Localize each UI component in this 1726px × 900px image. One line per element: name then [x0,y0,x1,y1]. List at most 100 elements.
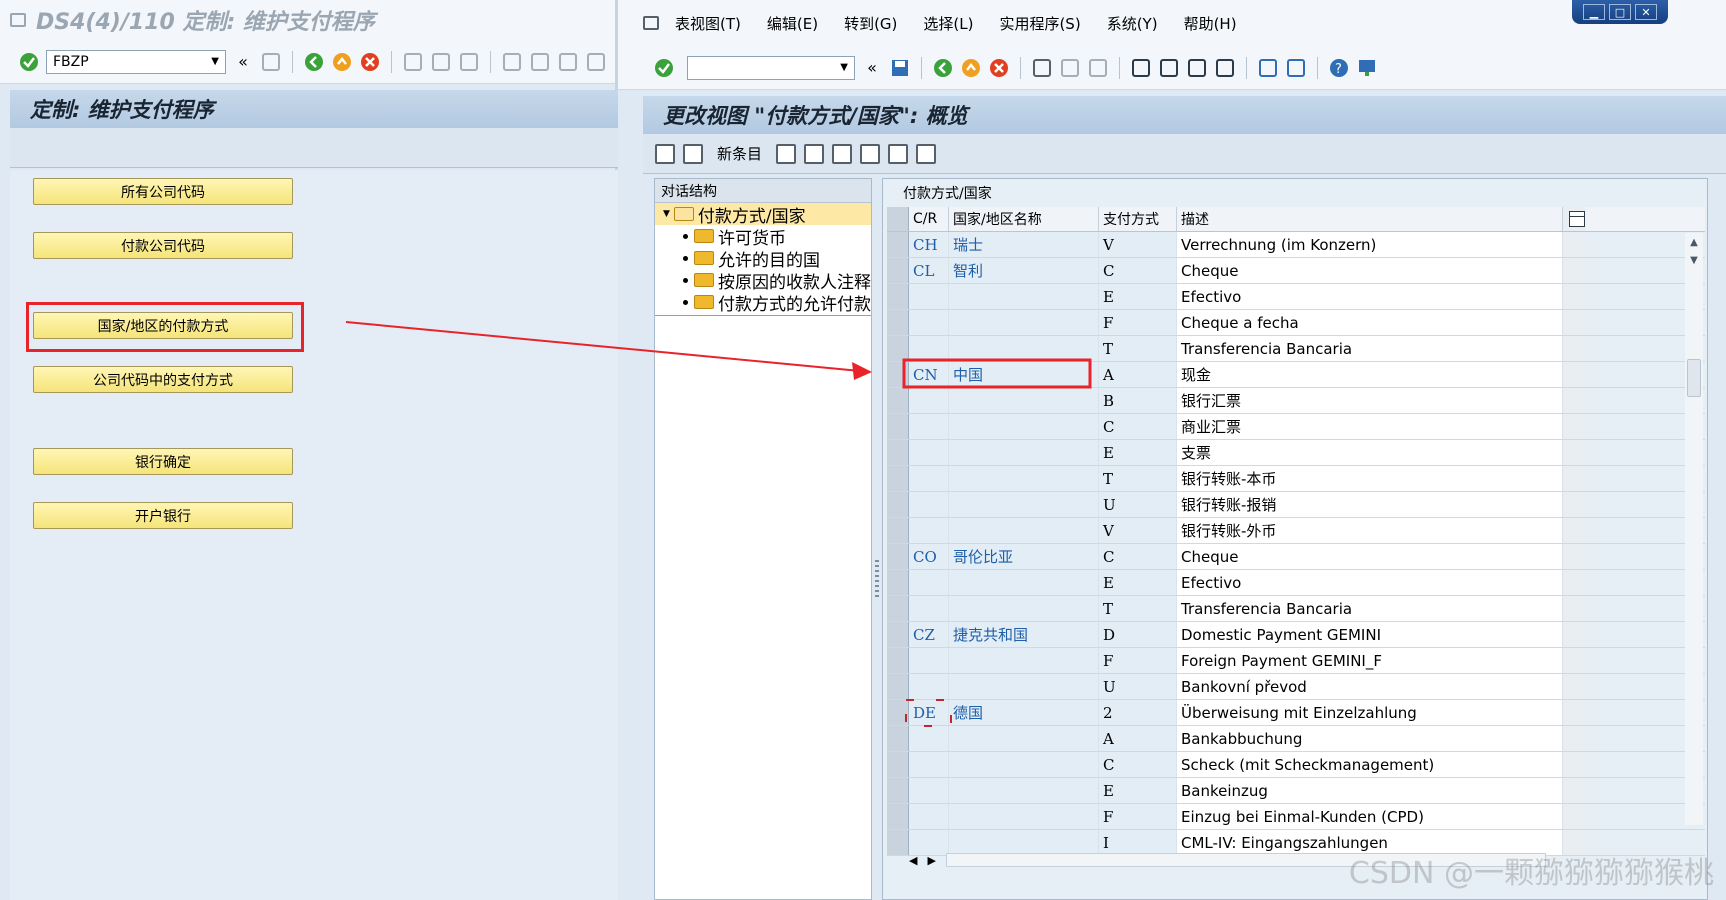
chevron-down-icon[interactable]: ▼ [211,56,219,67]
back-icon[interactable] [932,57,954,79]
delete-icon[interactable] [804,143,825,164]
minimize-icon[interactable]: ▁ [1583,4,1605,20]
cell-payment-method[interactable]: C [1099,752,1177,777]
command-field[interactable]: FBZP ▼ [46,49,226,74]
row-selector[interactable] [887,674,909,699]
chevron-down-icon[interactable]: ▼ [840,62,848,73]
scroll-down-icon[interactable]: ▼ [1685,251,1703,269]
menu-selection[interactable]: 选择(L) [923,13,973,34]
paying-company-codes-button[interactable]: 付款公司代码 [33,232,293,259]
cell-country-key[interactable] [909,596,949,621]
cell-country-key[interactable] [909,648,949,673]
cell-payment-method[interactable]: C [1099,414,1177,439]
cell-country-key[interactable]: CL [909,258,949,283]
table-row[interactable]: T Transferencia Bancaria [887,596,1705,622]
cell-payment-method[interactable]: B [1099,388,1177,413]
row-selector[interactable] [887,466,909,491]
row-selector[interactable] [887,726,909,751]
row-selector[interactable] [887,700,909,725]
cell-payment-method[interactable]: T [1099,466,1177,491]
column-header-description[interactable]: 描述 [1177,207,1563,231]
select-all-column[interactable] [887,207,909,231]
print-icon[interactable] [402,51,424,73]
cell-country-key[interactable] [909,804,949,829]
cell-country-key[interactable] [909,284,949,309]
select-all-icon[interactable] [860,143,881,164]
row-selector[interactable] [887,622,909,647]
cell-country-key[interactable]: CH [909,232,949,257]
previous-page-icon[interactable] [1158,57,1180,79]
table-row[interactable]: E 支票 [887,440,1705,466]
cell-country-key[interactable] [909,752,949,777]
row-selector[interactable] [887,830,909,855]
row-selector[interactable] [887,492,909,517]
bank-determination-button[interactable]: 银行确定 [33,448,293,475]
table-row[interactable]: U Bankovní převod [887,674,1705,700]
cell-payment-method[interactable]: U [1099,674,1177,699]
table-row[interactable]: E Bankeinzug [887,778,1705,804]
row-selector[interactable] [887,310,909,335]
cancel-icon[interactable] [359,51,381,73]
help-icon[interactable]: ? [1328,57,1350,79]
tree-node-permitted-currencies[interactable]: 许可货币 [655,225,871,247]
cell-payment-method[interactable]: F [1099,648,1177,673]
shortcut-icon[interactable] [1285,57,1307,79]
table-settings-icon[interactable] [1569,211,1585,227]
cell-country-key[interactable] [909,388,949,413]
cell-country-key[interactable] [909,674,949,699]
collapse-icon[interactable]: « [861,57,883,79]
last-page-icon[interactable] [585,51,607,73]
undo-change-icon[interactable] [832,143,853,164]
cancel-icon[interactable] [988,57,1010,79]
cell-payment-method[interactable]: C [1099,258,1177,283]
row-selector[interactable] [887,258,909,283]
cell-payment-method[interactable]: C [1099,544,1177,569]
column-header-payment-method[interactable]: 支付方式 [1099,207,1177,231]
table-row[interactable]: CH 瑞士 V Verrechnung (im Konzern) [887,232,1705,258]
last-page-icon[interactable] [1214,57,1236,79]
column-header-cr[interactable]: C/R [909,207,949,231]
row-selector[interactable] [887,544,909,569]
deselect-all-icon[interactable] [916,143,937,164]
row-selector[interactable] [887,388,909,413]
cell-country-key[interactable]: CO [909,544,949,569]
row-selector[interactable] [887,518,909,543]
cell-country-key[interactable] [909,778,949,803]
cell-country-key[interactable] [909,518,949,543]
save-icon[interactable] [889,57,911,79]
table-row[interactable]: U 银行转账-报销 [887,492,1705,518]
system-menu-icon[interactable] [10,13,26,27]
cell-payment-method[interactable]: E [1099,570,1177,595]
table-row[interactable]: CZ 捷克共和国 D Domestic Payment GEMINI [887,622,1705,648]
panel-splitter[interactable] [875,560,879,600]
find-next-icon[interactable] [458,51,480,73]
table-row[interactable]: F Cheque a fecha [887,310,1705,336]
table-row[interactable]: C 商业汇票 [887,414,1705,440]
menu-help[interactable]: 帮助(H) [1184,13,1237,34]
scroll-thumb[interactable] [1687,359,1701,397]
scroll-up-icon[interactable]: ▲ [1685,233,1703,251]
table-row[interactable]: CO 哥伦比亚 C Cheque [887,544,1705,570]
select-block-icon[interactable] [888,143,909,164]
cell-payment-method[interactable]: T [1099,336,1177,361]
cell-payment-method[interactable]: 2 [1099,700,1177,725]
house-banks-button[interactable]: 开户银行 [33,502,293,529]
cell-country-key[interactable] [909,570,949,595]
row-selector[interactable] [887,648,909,673]
row-selector[interactable] [887,440,909,465]
display-change-icon[interactable] [655,143,675,164]
cell-country-key[interactable] [909,440,949,465]
table-row[interactable]: T 银行转账-本币 [887,466,1705,492]
row-selector[interactable] [887,596,909,621]
row-selector[interactable] [887,232,909,257]
find-next-icon[interactable] [1087,57,1109,79]
all-company-codes-button[interactable]: 所有公司代码 [33,178,293,205]
table-row[interactable]: B 银行汇票 [887,388,1705,414]
row-selector[interactable] [887,284,909,309]
collapse-icon[interactable]: « [232,51,254,73]
row-selector[interactable] [887,362,909,387]
table-row[interactable]: F Foreign Payment GEMINI_F [887,648,1705,674]
first-page-icon[interactable] [1130,57,1152,79]
table-row[interactable]: C Scheck (mit Scheckmanagement) [887,752,1705,778]
table-row[interactable]: DE 德国 2 Überweisung mit Einzelzahlung [887,700,1705,726]
